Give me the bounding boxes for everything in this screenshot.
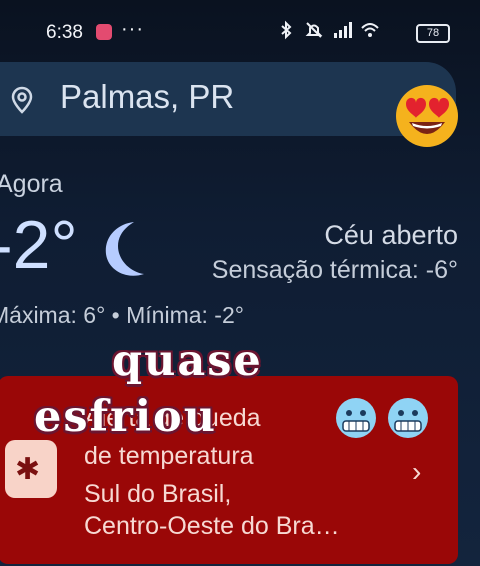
chevron-right-icon[interactable]: ›: [412, 456, 421, 488]
app-notification-icon: [96, 24, 112, 40]
signal-icon: [334, 22, 352, 38]
alert-region-line1: Sul do Brasil,: [84, 480, 232, 508]
overlay-caption-line2: esfriou: [34, 392, 217, 442]
status-bar: 6:38 ··· 78: [0, 0, 480, 64]
snow-alert-icon: ✱: [5, 440, 57, 498]
heart-eyes-emoji: [396, 85, 458, 147]
status-time: 6:38: [46, 22, 83, 43]
location-pin-icon: [11, 86, 33, 114]
mute-icon: [305, 22, 323, 38]
freezing-face-emoji: [336, 398, 376, 438]
status-icons: [276, 20, 380, 40]
freezing-face-emoji: [388, 398, 428, 438]
wifi-icon: [361, 23, 379, 37]
moon-icon: [105, 222, 144, 276]
alert-title-line2: de temperatura: [84, 442, 254, 470]
feels-like: Sensação térmica: -6°: [211, 256, 458, 284]
overlay-caption-line1: quase: [112, 336, 263, 386]
current-label: Agora: [0, 170, 63, 198]
location-search-bar[interactable]: Palmas, PR: [0, 62, 456, 136]
bluetooth-icon: [281, 20, 292, 40]
location-name: Palmas, PR: [60, 78, 235, 115]
current-temperature: -2°: [0, 207, 78, 283]
weather-condition: Céu aberto: [324, 220, 458, 250]
more-notifications-icon: ···: [121, 18, 144, 40]
battery-indicator: 78: [416, 24, 450, 43]
alert-region-line2: Centro-Oeste do Bra…: [84, 512, 340, 540]
min-max-temperature: Máxima: 6° • Mínima: -2°: [0, 302, 244, 328]
